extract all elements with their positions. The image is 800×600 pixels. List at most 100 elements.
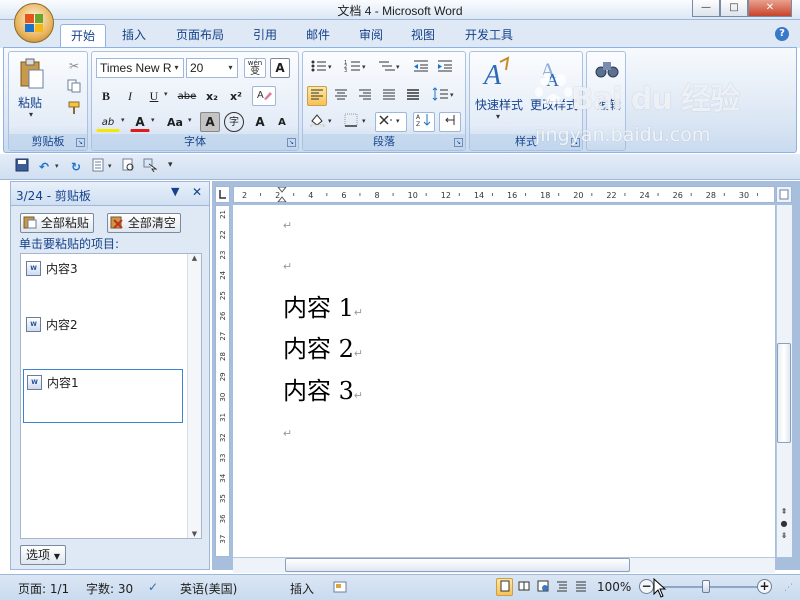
distributed-icon[interactable] [403,86,423,106]
previous-page-icon[interactable]: ⇞ [777,506,791,518]
editing-button[interactable]: 编辑 [597,96,621,113]
zoom-level[interactable]: 100% [597,580,631,594]
next-page-icon[interactable]: ⇟ [777,530,791,542]
clear-formatting-icon[interactable]: A [252,86,276,106]
pane-menu-icon[interactable]: ▼ [171,185,179,198]
align-left-icon[interactable] [307,86,327,106]
tab-home[interactable]: 开始 [60,24,107,48]
horizontal-ruler[interactable]: 2 2 4 6 8 10 12 14 16 18 20 22 24 26 28 30 [233,186,775,203]
clipboard-item[interactable]: W 内容2 [23,312,183,366]
chevron-down-icon[interactable]: ▾ [151,116,155,124]
zoom-out-icon[interactable]: − [639,579,654,594]
change-styles-button[interactable]: 更改样式 [530,96,578,113]
document-paragraph[interactable]: 内容 2↵ [283,329,363,364]
tab-view[interactable]: 视图 [401,24,445,48]
document-page[interactable]: ↵ ↵ 内容 1↵ 内容 2↵ 内容 3↵ ↵ [233,205,775,557]
chevron-down-icon[interactable]: ▾ [225,60,236,76]
chevron-down-icon[interactable]: ▾ [171,60,182,76]
styles-launcher-icon[interactable]: ↘ [571,138,580,147]
vertical-scroll-thumb[interactable] [777,343,791,443]
browse-buttons[interactable]: ⇞ ● ⇟ [777,506,791,542]
superscript-button[interactable]: x² [226,86,246,106]
word-count[interactable]: 字数: 30 [86,580,133,597]
highlight-button[interactable]: ab [96,112,120,132]
shading-icon[interactable]: ▾ [307,112,337,132]
quick-styles-icon[interactable]: A [482,56,512,91]
line-spacing-icon[interactable]: ▾ [429,86,459,106]
strikethrough-button[interactable]: abe [174,86,200,106]
close-button[interactable]: ✕ [748,0,792,17]
change-styles-icon[interactable]: AA [536,56,566,90]
paste-button[interactable]: 粘贴 [18,94,42,111]
chevron-down-icon[interactable]: ▾ [55,162,59,170]
outline-view-icon[interactable] [553,578,570,596]
customize-qat-icon[interactable]: ▾ [168,160,173,170]
print-preview-icon[interactable] [118,157,138,177]
font-name-combo[interactable]: Times New R ▾ [96,58,184,78]
borders-icon[interactable]: ▾ [341,112,371,132]
full-screen-reading-icon[interactable] [515,578,532,596]
resize-grip-icon[interactable]: ⋰ [784,583,793,593]
italic-button[interactable]: I [120,86,140,106]
show-marks-icon[interactable] [439,112,461,132]
enclose-char-button[interactable]: 字 [224,112,244,132]
cut-icon[interactable]: ✂ [64,56,84,76]
paste-icon[interactable] [19,58,45,90]
chinese-layout-icon[interactable]: ▾ [375,112,407,132]
tab-mailings[interactable]: 邮件 [296,24,340,48]
insert-mode[interactable]: 插入 [290,580,314,597]
tab-developer[interactable]: 开发工具 [455,24,523,48]
clipboard-item[interactable]: W 内容1 [23,369,183,423]
subscript-button[interactable]: x₂ [202,86,222,106]
pane-close-icon[interactable]: ✕ [192,185,202,199]
select-icon[interactable] [140,157,160,177]
paste-all-button[interactable]: 全部粘贴 [20,213,94,233]
tab-stop-selector[interactable] [215,186,230,203]
format-painter-icon[interactable] [64,100,84,120]
paste-dropdown-icon[interactable]: ▾ [29,110,33,119]
chevron-down-icon[interactable]: ▾ [108,162,112,170]
quick-styles-button[interactable]: 快速样式 [475,96,523,113]
clipboard-item[interactable]: W 内容3 [23,256,183,310]
phonetic-guide-button[interactable]: wén 变 [244,58,266,78]
print-layout-icon[interactable] [496,578,513,596]
bold-button[interactable]: B [96,86,116,106]
horizontal-scroll-thumb[interactable] [285,558,630,572]
font-launcher-icon[interactable]: ↘ [287,138,296,147]
multilevel-list-icon[interactable]: ▾ [375,58,405,78]
align-right-icon[interactable] [355,86,375,106]
justify-icon[interactable] [379,86,399,106]
tab-references[interactable]: 引用 [243,24,287,48]
view-ruler-icon[interactable] [776,186,792,203]
restore-button[interactable]: □ [720,0,748,17]
minimize-button[interactable]: — [692,0,720,17]
sort-icon[interactable]: AZ [413,112,435,132]
tab-insert[interactable]: 插入 [112,24,156,48]
page-count[interactable]: 页面: 1/1 [18,580,69,597]
vertical-ruler[interactable]: 21 22 23 24 25 26 27 28 29 30 31 32 33 34 35 36 37 [215,205,230,557]
proofing-icon[interactable]: ✓ [148,580,158,594]
chevron-down-icon[interactable]: ▾ [121,116,125,124]
numbering-icon[interactable]: 1 2 3 ▾ [341,58,371,78]
underline-button[interactable]: U [144,86,164,106]
increase-indent-icon[interactable] [435,58,455,78]
font-color-button[interactable]: A [130,112,150,132]
document-paragraph[interactable]: 内容 3↵ [283,371,363,406]
draft-view-icon[interactable] [572,578,589,596]
clear-all-button[interactable]: 全部清空 [107,213,181,233]
align-center-icon[interactable] [331,86,351,106]
tab-page-layout[interactable]: 页面布局 [166,24,234,48]
select-browse-object-icon[interactable]: ● [777,518,791,530]
options-button[interactable]: 选项 ▼ [20,545,66,565]
char-shading-button[interactable]: A [200,112,220,132]
change-case-button[interactable]: Aa [162,112,188,132]
pane-scrollbar[interactable]: ▲ ▼ [187,254,201,538]
language-indicator[interactable]: 英语(美国) [180,580,237,597]
web-layout-icon[interactable] [534,578,551,596]
zoom-slider-thumb[interactable] [702,580,710,593]
font-size-combo[interactable]: 20 ▾ [186,58,238,78]
copy-icon[interactable] [64,78,84,98]
char-border-button[interactable]: A [270,58,290,78]
document-paragraph[interactable]: 内容 1↵ [283,288,363,323]
grow-font-button[interactable]: A [250,112,270,132]
